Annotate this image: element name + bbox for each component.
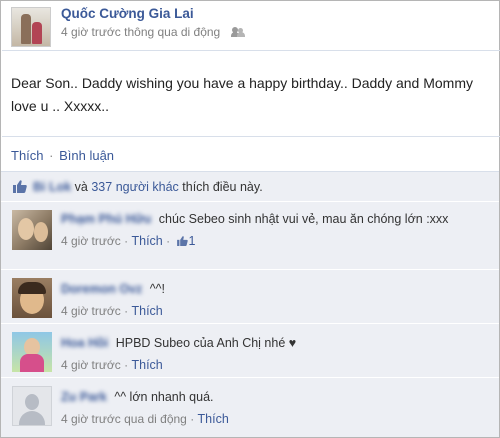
comment-text: HPBD Subeo của Anh Chị nhé ♥ [115, 336, 297, 350]
default-avatar-icon[interactable] [12, 386, 52, 426]
avatar-figure [32, 22, 42, 44]
separator: · [190, 412, 195, 426]
comment-body: Doremon Ovz ^^! 4 giờ trước · Thích [61, 280, 491, 320]
like-link[interactable]: Thích [11, 148, 44, 163]
commenter-name[interactable]: Phạm Phú Hữu [61, 212, 151, 226]
author-avatar[interactable] [11, 7, 51, 47]
separator: · [124, 304, 129, 318]
comment-time[interactable]: 4 giờ trước [61, 358, 121, 372]
comment-meta: 4 giờ trước · Thích [61, 302, 491, 320]
comment-like-link[interactable]: Thích [131, 234, 162, 248]
comment-item: Phạm Phú Hữu chúc Sebeo sinh nhật vui vẻ… [1, 201, 499, 269]
comment-text: ^^! [149, 282, 165, 296]
comment-meta: 4 giờ trước · Thích · 1 [61, 232, 491, 250]
avatar-figure [21, 14, 31, 44]
likes-text: Bi Lok và 337 người khác thích điều này. [33, 180, 263, 194]
commenter-avatar[interactable] [12, 332, 52, 372]
likes-suffix: thích điều này. [178, 180, 263, 194]
divider [2, 136, 500, 137]
feedback-panel: Bi Lok và 337 người khác thích điều này.… [1, 171, 499, 437]
comment-time[interactable]: 4 giờ trước qua di động [61, 412, 187, 426]
thumbs-up-icon [13, 180, 27, 193]
post-actions: Thích · Bình luận [11, 148, 114, 163]
comment-body: Zu Park ^^ lớn nhanh quá. 4 giờ trước qu… [61, 388, 491, 428]
comment-link[interactable]: Bình luận [59, 148, 114, 163]
comment-like-link[interactable]: Thích [131, 304, 162, 318]
comment-item: Zu Park ^^ lớn nhanh quá. 4 giờ trước qu… [1, 377, 499, 437]
comment-body: Hoa Hồi HPBD Subeo của Anh Chị nhé ♥ 4 g… [61, 334, 491, 374]
post-message: Dear Son.. Daddy wishing you have a happ… [11, 75, 473, 114]
separator: · [49, 148, 54, 163]
comment-body: Phạm Phú Hữu chúc Sebeo sinh nhật vui vẻ… [61, 210, 491, 250]
commenter-name[interactable]: Hoa Hồi [61, 336, 108, 350]
comment-text: chúc Sebeo sinh nhật vui vẻ, mau ăn chón… [158, 212, 449, 226]
comment-item: Hoa Hồi HPBD Subeo của Anh Chị nhé ♥ 4 g… [1, 323, 499, 377]
likes-others-link[interactable]: 337 người khác [91, 180, 178, 194]
comment-like-link[interactable]: Thích [198, 412, 229, 426]
comment-like-count[interactable]: 1 [177, 232, 195, 250]
comment-time[interactable]: 4 giờ trước [61, 234, 121, 248]
post-via: thông qua di động [124, 25, 221, 39]
likes-conj: và [71, 180, 92, 194]
separator: · [124, 358, 129, 372]
commenter-name[interactable]: Zu Park [61, 390, 107, 404]
divider [2, 50, 500, 51]
likes-summary: Bi Lok và 337 người khác thích điều này. [1, 171, 499, 201]
post-time[interactable]: 4 giờ trước [61, 25, 121, 39]
comment-item: Doremon Ovz ^^! 4 giờ trước · Thích [1, 269, 499, 323]
comment-meta: 4 giờ trước · Thích [61, 356, 491, 374]
facebook-post: Quốc Cường Gia Lai 4 giờ trước thông qua… [0, 0, 500, 438]
comment-text: ^^ lớn nhanh quá. [114, 390, 214, 404]
post-meta: 4 giờ trước thông qua di động [61, 25, 246, 39]
thumbs-up-icon [177, 236, 189, 246]
post-header: Quốc Cường Gia Lai 4 giờ trước thông qua… [1, 1, 499, 51]
separator: · [166, 234, 171, 248]
comment-meta: 4 giờ trước qua di động · Thích [61, 410, 491, 428]
friends-icon [230, 27, 246, 37]
author-name[interactable]: Quốc Cường Gia Lai [61, 6, 194, 21]
comment-time[interactable]: 4 giờ trước [61, 304, 121, 318]
separator: · [124, 234, 129, 248]
comment-like-link[interactable]: Thích [131, 358, 162, 372]
liker-name[interactable]: Bi Lok [33, 180, 71, 194]
commenter-name[interactable]: Doremon Ovz [61, 282, 142, 296]
commenter-avatar[interactable] [12, 278, 52, 318]
like-count: 1 [188, 234, 196, 248]
commenter-avatar[interactable] [12, 210, 52, 250]
